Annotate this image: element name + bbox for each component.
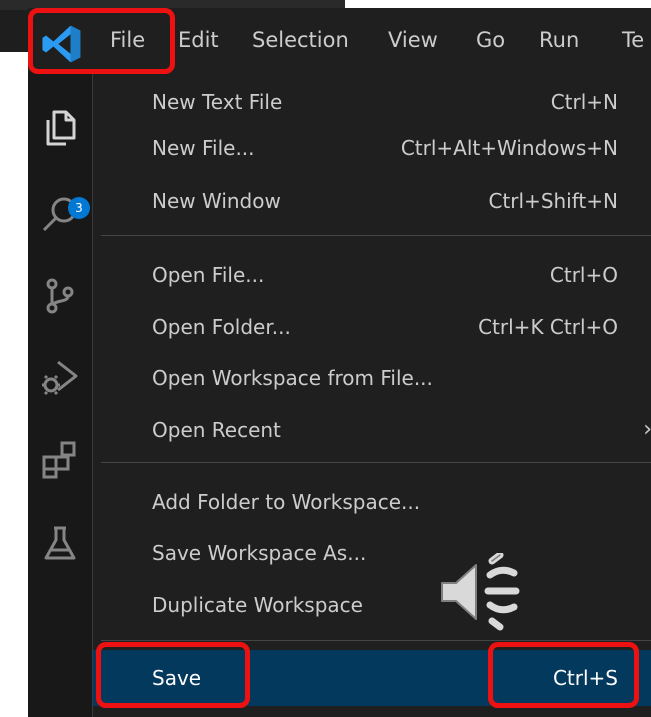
explorer-badge: 3 xyxy=(68,197,90,219)
menu-item-save-workspace-as[interactable]: Save Workspace As... xyxy=(93,533,651,573)
menu-item-label: Save Workspace As... xyxy=(152,541,367,565)
explorer-icon[interactable] xyxy=(38,106,82,150)
menu-item-label: Add Folder to Workspace... xyxy=(152,490,421,514)
menu-view[interactable]: View xyxy=(388,8,438,72)
menu-item-new-window[interactable]: New Window Ctrl+Shift+N xyxy=(93,181,651,221)
chevron-right-icon: › xyxy=(643,410,651,450)
menu-selection[interactable]: Selection xyxy=(252,8,349,72)
menu-item-label: Duplicate Workspace xyxy=(152,593,363,617)
menu-item-open-recent[interactable]: Open Recent › xyxy=(93,410,651,450)
menu-item-label: New File... xyxy=(152,136,255,160)
menu-item-shortcut: Ctrl+Alt+Windows+N xyxy=(400,136,618,160)
menu-item-label: Open Workspace from File... xyxy=(152,366,433,390)
menu-separator xyxy=(101,462,651,463)
run-debug-icon[interactable] xyxy=(38,354,82,398)
activity-bar: 3 xyxy=(28,72,92,717)
menu-item-open-workspace-from-file[interactable]: Open Workspace from File... xyxy=(93,358,651,398)
menu-item-label: Open Recent xyxy=(152,418,281,442)
menu-terminal[interactable]: Te xyxy=(622,8,644,72)
menu-item-new-file[interactable]: New File... Ctrl+Alt+Windows+N xyxy=(93,128,651,168)
menu-item-add-folder-to-workspace[interactable]: Add Folder to Workspace... xyxy=(93,482,651,522)
menu-edit[interactable]: Edit xyxy=(178,8,219,72)
file-menu-dropdown: New Text File Ctrl+N New File... Ctrl+Al… xyxy=(92,72,651,717)
highlight-file-menu xyxy=(28,8,175,74)
menu-item-label: Open File... xyxy=(152,263,265,287)
menu-item-label: Open Folder... xyxy=(152,315,291,339)
menu-item-duplicate-workspace[interactable]: Duplicate Workspace xyxy=(93,585,651,625)
extensions-icon[interactable] xyxy=(38,437,82,481)
menu-run[interactable]: Run xyxy=(539,8,579,72)
menu-go[interactable]: Go xyxy=(476,8,505,72)
highlight-save-item xyxy=(96,642,250,708)
menu-separator xyxy=(101,640,651,641)
source-control-icon[interactable] xyxy=(38,274,82,318)
menu-item-open-file[interactable]: Open File... Ctrl+O xyxy=(93,255,651,295)
speaker-icon xyxy=(436,553,522,631)
menu-item-shortcut: Ctrl+K Ctrl+O xyxy=(478,315,618,339)
menu-item-label: New Window xyxy=(152,189,281,213)
menu-separator xyxy=(101,235,651,236)
menu-item-new-text-file[interactable]: New Text File Ctrl+N xyxy=(93,82,651,122)
menu-item-shortcut: Ctrl+N xyxy=(550,90,618,114)
highlight-save-shortcut xyxy=(488,642,639,708)
vscode-window: File Edit Selection View Go Run Te 3 New… xyxy=(28,8,651,717)
menu-item-label: New Text File xyxy=(152,90,283,114)
testing-icon[interactable] xyxy=(38,522,82,566)
menu-item-open-folder[interactable]: Open Folder... Ctrl+K Ctrl+O xyxy=(93,307,651,347)
menu-item-shortcut: Ctrl+O xyxy=(549,263,618,287)
menu-item-shortcut: Ctrl+Shift+N xyxy=(488,189,618,213)
